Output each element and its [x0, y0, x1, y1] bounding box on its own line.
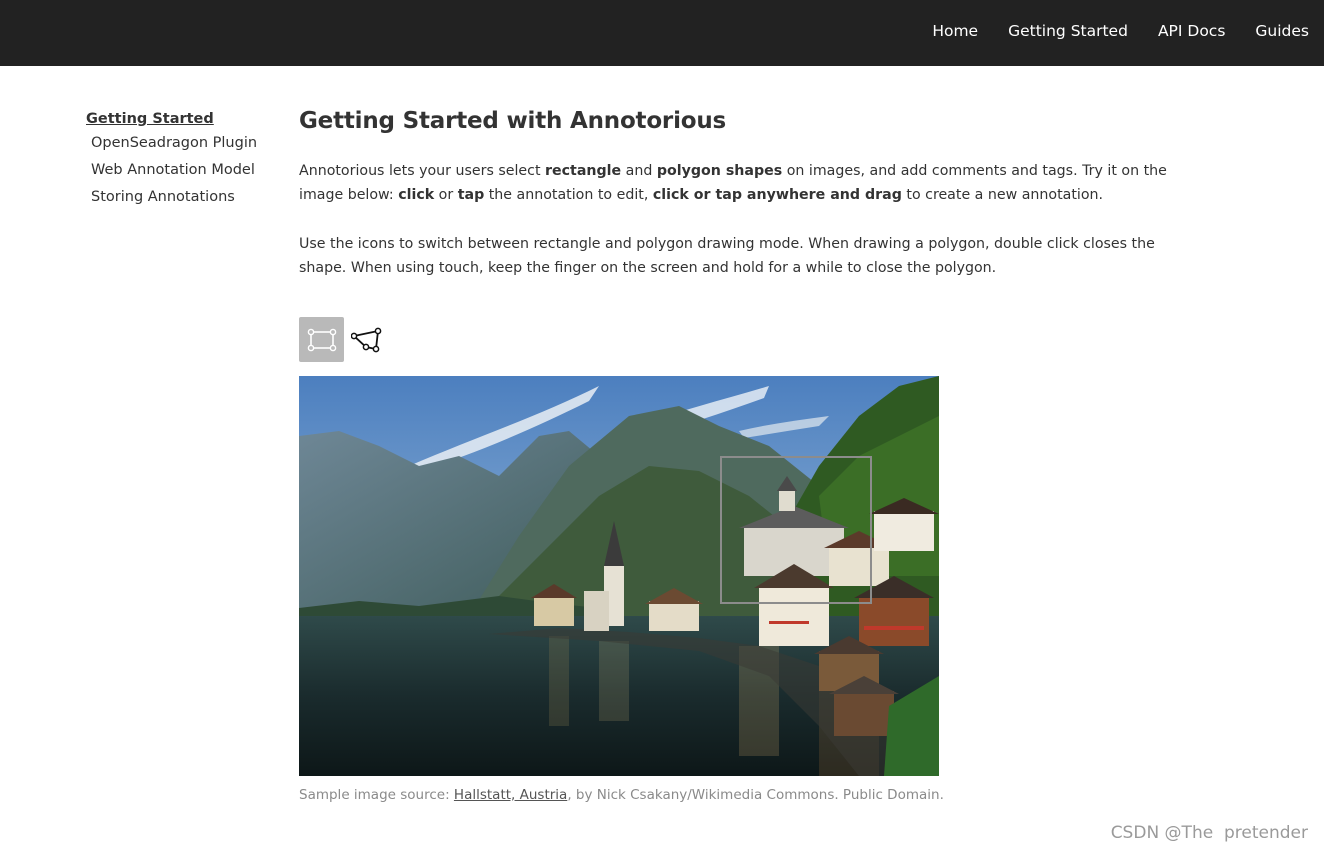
- rectangle-tool-button[interactable]: [299, 317, 344, 362]
- intro-bold-click-drag: click or tap anywhere and drag: [652, 187, 902, 203]
- intro-bold-polygon-shapes: polygon shapes: [656, 163, 783, 179]
- drawing-tools: [299, 317, 389, 362]
- watermark: CSDN @The pretender: [1110, 823, 1308, 843]
- page-title: Getting Started with Annotorious: [299, 108, 727, 134]
- polygon-tool-icon: [350, 327, 381, 352]
- sidebar-item-web-annotation-model[interactable]: Web Annotation Model: [86, 157, 286, 184]
- intro-text-1: Annotorious lets your users select: [299, 163, 546, 179]
- intro-text-5: the annotation to edit,: [484, 187, 653, 203]
- intro-text-4: or: [434, 187, 458, 203]
- top-navbar: Home Getting Started API Docs Guides: [0, 0, 1324, 66]
- intro-bold-tap: tap: [457, 187, 485, 203]
- sidebar-item-storing-annotations[interactable]: Storing Annotations: [86, 184, 286, 211]
- caption-suffix: , by Nick Csakany/Wikimedia Commons. Pub…: [567, 787, 944, 803]
- sidebar-heading-getting-started[interactable]: Getting Started: [86, 108, 286, 130]
- sidebar-item-openseadragon-plugin[interactable]: OpenSeadragon Plugin: [86, 130, 286, 157]
- image-caption: Sample image source: Hallstatt, Austria,…: [299, 786, 944, 804]
- intro-text-6: to create a new annotation.: [901, 187, 1104, 203]
- instructions-paragraph: Use the icons to switch between rectangl…: [299, 236, 1155, 276]
- top-nav: Home Getting Started API Docs Guides: [902, 21, 1309, 41]
- nav-link-home[interactable]: Home: [932, 21, 978, 41]
- annotatable-image[interactable]: [299, 376, 939, 776]
- polygon-tool-button[interactable]: [344, 317, 389, 362]
- intro-bold-click: click: [398, 187, 435, 203]
- main-content: Getting Started with Annotorious Annotor…: [299, 104, 1169, 280]
- caption-prefix: Sample image source:: [299, 787, 454, 803]
- rectangle-tool-icon: [307, 328, 336, 351]
- nav-link-getting-started[interactable]: Getting Started: [1008, 21, 1128, 41]
- intro-paragraph: Annotorious lets your users select recta…: [299, 159, 1169, 207]
- nav-link-guides[interactable]: Guides: [1255, 21, 1309, 41]
- caption-source-link[interactable]: Hallstatt, Austria: [454, 787, 567, 803]
- annotation-rectangle[interactable]: [720, 456, 872, 604]
- intro-bold-rectangle: rectangle: [545, 163, 622, 179]
- intro-text-2: and: [621, 163, 657, 179]
- sidebar: Getting Started OpenSeadragon Plugin Web…: [86, 108, 286, 211]
- nav-link-api-docs[interactable]: API Docs: [1158, 21, 1225, 41]
